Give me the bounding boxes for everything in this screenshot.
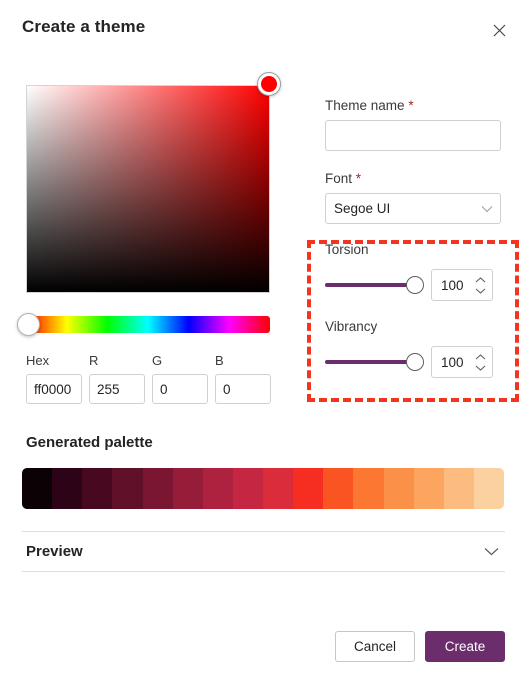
font-select-value[interactable]	[325, 193, 501, 224]
torsion-group: Torsion	[325, 242, 501, 301]
vibrancy-row	[325, 346, 501, 378]
palette-swatch-1	[52, 468, 83, 509]
palette-swatch-0	[22, 468, 53, 509]
hex-input[interactable]	[26, 374, 82, 404]
palette-swatch-8	[263, 468, 294, 509]
palette-swatch-4	[142, 468, 173, 509]
palette-swatch-12	[383, 468, 414, 509]
generated-palette-title: Generated palette	[26, 434, 153, 451]
chevron-down-icon[interactable]	[475, 288, 486, 294]
theme-name-label-text: Theme name	[325, 98, 405, 113]
palette-swatch-7	[232, 468, 263, 509]
palette-swatch-13	[413, 468, 444, 509]
hue-slider-thumb[interactable]	[17, 313, 40, 336]
green-input[interactable]	[152, 374, 208, 404]
dialog-footer: Cancel Create	[335, 631, 505, 662]
vibrancy-group: Vibrancy	[325, 319, 501, 378]
torsion-slider-thumb[interactable]	[406, 276, 424, 294]
palette-swatch-14	[443, 468, 474, 509]
vibrancy-stepper[interactable]	[431, 346, 493, 378]
torsion-label: Torsion	[325, 242, 369, 257]
torsion-slider[interactable]	[325, 276, 424, 294]
palette-swatch-11	[353, 468, 384, 509]
page-title: Create a theme	[22, 17, 146, 36]
saturation-value-square[interactable]	[26, 85, 270, 293]
torsion-spin-arrows	[475, 270, 486, 300]
chevron-up-icon[interactable]	[475, 276, 486, 283]
font-label-text: Font	[325, 171, 353, 186]
red-field-group: R	[89, 353, 145, 404]
preview-accordion-header[interactable]: Preview	[22, 532, 505, 571]
theme-name-input[interactable]	[325, 120, 501, 151]
divider-bottom	[22, 571, 505, 572]
torsion-row	[325, 269, 501, 301]
green-label: G	[152, 353, 163, 368]
dialog-header: Create a theme	[0, 0, 527, 56]
torsion-stepper[interactable]	[431, 269, 493, 301]
chevron-down-icon[interactable]	[475, 365, 486, 371]
saturation-value-picker[interactable]	[26, 73, 280, 293]
create-theme-dialog: Create a theme Hex R G	[0, 0, 527, 680]
palette-swatch-9	[293, 468, 324, 509]
blue-label: B	[215, 353, 224, 368]
red-input[interactable]	[89, 374, 145, 404]
palette-swatch-6	[202, 468, 233, 509]
vibrancy-slider[interactable]	[325, 353, 424, 371]
generated-palette-strip	[22, 468, 504, 509]
vibrancy-slider-thumb[interactable]	[406, 353, 424, 371]
saturation-value-thumb[interactable]	[258, 73, 280, 95]
cancel-button[interactable]: Cancel	[335, 631, 415, 662]
blue-input[interactable]	[215, 374, 271, 404]
font-select[interactable]	[325, 193, 501, 224]
palette-swatch-2	[82, 468, 113, 509]
theme-settings-form: Theme name * Font * Torsion	[325, 98, 501, 378]
hex-label: Hex	[26, 353, 50, 368]
preview-label: Preview	[26, 543, 83, 560]
vibrancy-value-input[interactable]	[432, 353, 479, 371]
required-marker: *	[408, 98, 414, 113]
green-field-group: G	[152, 353, 208, 404]
preview-section: Preview	[22, 531, 505, 572]
palette-swatch-10	[323, 468, 354, 509]
color-value-fields: Hex R G B	[26, 353, 271, 404]
required-marker: *	[355, 171, 362, 186]
font-label: Font *	[325, 171, 501, 186]
create-button[interactable]: Create	[425, 631, 505, 662]
blue-field-group: B	[215, 353, 271, 404]
hex-field-group: Hex	[26, 353, 82, 404]
chevron-up-icon[interactable]	[475, 353, 486, 360]
palette-swatch-5	[172, 468, 203, 509]
chevron-down-icon	[484, 543, 499, 561]
palette-swatch-3	[112, 468, 143, 509]
vibrancy-label: Vibrancy	[325, 319, 378, 334]
vibrancy-spin-arrows	[475, 347, 486, 377]
red-label: R	[89, 353, 99, 368]
close-icon	[493, 24, 506, 37]
close-button[interactable]	[485, 16, 513, 44]
theme-name-label: Theme name *	[325, 98, 501, 113]
hue-slider[interactable]	[17, 313, 270, 336]
generated-palette-section: Generated palette	[22, 434, 505, 509]
torsion-value-input[interactable]	[432, 276, 479, 294]
palette-swatch-15	[473, 468, 504, 509]
